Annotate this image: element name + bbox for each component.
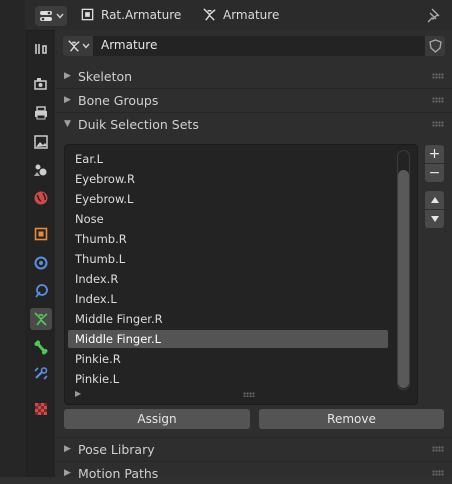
particles-tab[interactable]: [30, 280, 52, 302]
list-item[interactable]: Eyebrow.R: [68, 170, 388, 188]
panel-motion-paths-label: Motion Paths: [78, 465, 159, 481]
panel-bone-groups[interactable]: ▶ Bone Groups: [55, 89, 452, 111]
checker-texture-icon: [35, 403, 47, 415]
armature-icon: [67, 40, 80, 52]
list-item[interactable]: Pinkie.L: [68, 370, 388, 388]
tool-icon: [35, 44, 47, 54]
remove-selection-set-button[interactable]: −: [425, 164, 444, 182]
editor-type-button[interactable]: [35, 6, 67, 26]
list-scrollbar-thumb[interactable]: [398, 170, 409, 388]
fake-user-button[interactable]: [425, 36, 445, 56]
armature-datablock-selector[interactable]: Armature: [63, 36, 445, 56]
image-icon: [34, 135, 48, 149]
chevron-down-icon: [81, 43, 90, 49]
tool-tab[interactable]: [30, 38, 52, 60]
triangle-down-icon: [430, 216, 439, 222]
list-item[interactable]: Thumb.L: [68, 250, 388, 268]
datablock-name-field[interactable]: Armature: [101, 38, 157, 52]
panel-duik-selection-sets[interactable]: ▼ Duik Selection Sets: [55, 113, 452, 135]
render-tab[interactable]: [30, 73, 52, 95]
list-item[interactable]: Ear.L: [68, 150, 388, 168]
printer-icon: [35, 106, 47, 120]
breadcrumb-data-label: Armature: [223, 7, 280, 22]
list-item[interactable]: Eyebrow.L: [68, 190, 388, 208]
panel-bone-groups-label: Bone Groups: [78, 92, 159, 108]
breadcrumb-object-label: Rat.Armature: [101, 7, 182, 22]
list-item[interactable]: Middle Finger.R: [68, 310, 388, 328]
bone-constraint-icon: [34, 367, 48, 380]
armature-icon: [203, 8, 216, 21]
chevron-down-icon: [55, 13, 64, 19]
collapsed-arrow-icon: ▶: [64, 71, 71, 81]
list-item[interactable]: Thumb.R: [68, 230, 388, 248]
add-selection-set-button[interactable]: +: [425, 145, 444, 163]
texture-tab[interactable]: [30, 398, 52, 420]
triangle-up-icon: [430, 197, 439, 203]
move-down-button[interactable]: [425, 210, 444, 228]
list-item-selected[interactable]: Middle Finger.L: [68, 330, 388, 348]
pin-icon[interactable]: [426, 7, 442, 23]
object-data-armature-tab[interactable]: [30, 308, 52, 330]
panel-skeleton[interactable]: ▶ Skeleton: [55, 65, 452, 87]
collapsed-arrow-icon: ▶: [64, 95, 71, 105]
render-camera-icon: [34, 78, 47, 90]
world-tab[interactable]: [30, 187, 52, 209]
world-icon: [34, 191, 48, 205]
bone-tab[interactable]: [30, 337, 52, 359]
drag-handle-icon[interactable]: [432, 73, 444, 79]
scene-tab[interactable]: [30, 159, 52, 181]
object-properties-icon: [34, 227, 48, 241]
drag-handle-icon[interactable]: [432, 97, 444, 103]
list-filter-expand-icon[interactable]: ▶: [75, 389, 81, 398]
remove-button[interactable]: Remove: [259, 409, 444, 429]
list-item[interactable]: Nose: [68, 210, 388, 228]
expanded-arrow-icon: ▼: [64, 119, 71, 129]
bone-constraints-tab[interactable]: [30, 363, 52, 385]
properties-editor-icon: [39, 11, 52, 21]
drag-handle-icon[interactable]: [432, 446, 444, 452]
list-resize-handle[interactable]: [243, 392, 255, 397]
breadcrumb-armature-data[interactable]: Armature: [202, 7, 279, 22]
panel-skeleton-label: Skeleton: [78, 68, 133, 84]
panel-pose-library-label: Pose Library: [78, 441, 155, 457]
shield-icon: [428, 39, 442, 53]
particles-icon: [35, 284, 48, 298]
object-icon: [81, 8, 94, 21]
collapsed-arrow-icon: ▶: [64, 444, 71, 454]
list-item[interactable]: Pinkie.R: [68, 350, 388, 368]
panel-motion-paths[interactable]: ▶ Motion Paths: [55, 462, 452, 484]
drag-handle-icon[interactable]: [432, 121, 444, 127]
wrench-icon: [34, 256, 48, 270]
panel-duik-selection-sets-label: Duik Selection Sets: [78, 116, 199, 132]
output-tab[interactable]: [30, 102, 52, 124]
scene-icon: [34, 164, 47, 176]
list-item[interactable]: Index.L: [68, 290, 388, 308]
list-item[interactable]: Index.R: [68, 270, 388, 288]
drag-handle-icon[interactable]: [432, 470, 444, 476]
armature-data-icon: [34, 312, 48, 326]
assign-button[interactable]: Assign: [64, 409, 250, 429]
breadcrumb-object[interactable]: Rat.Armature: [80, 7, 181, 22]
modifiers-tab[interactable]: [30, 252, 52, 274]
viewport-edge: [0, 0, 25, 477]
datablock-browse-button[interactable]: [63, 36, 93, 56]
panel-pose-library[interactable]: ▶ Pose Library: [55, 438, 452, 460]
view-layer-tab[interactable]: [30, 131, 52, 153]
move-up-button[interactable]: [425, 191, 444, 209]
bone-icon: [34, 340, 48, 355]
object-tab[interactable]: [30, 223, 52, 245]
